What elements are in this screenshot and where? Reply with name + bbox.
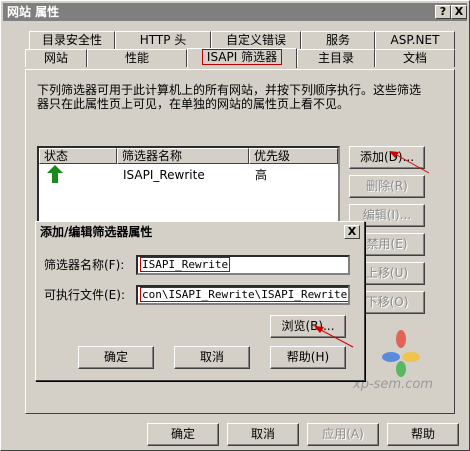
browse-arrow-annotation [314,326,354,348]
annotation-arrows [314,151,430,348]
properties-window: 网站 属性 ? X 目录安全性 HTTP 头 自定义错误 服务 ASP.NET … [0,0,470,451]
add-arrow-annotation [389,151,430,174]
